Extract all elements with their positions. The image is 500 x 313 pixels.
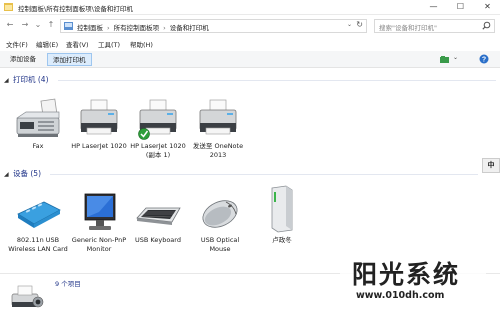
search-placeholder: 搜索"设备和打印机": [379, 24, 437, 32]
group-divider: [50, 174, 478, 175]
device-label: USB Optical Mouse: [200, 236, 240, 253]
printer-icon: [80, 99, 118, 135]
printer-item-hp-laserjet-1020[interactable]: HP LaserJet 1020: [69, 98, 129, 151]
address-box[interactable]: 控制面板 › 所有控制面板项 › 设备和打印机 ⌄ ↻: [60, 19, 367, 33]
printer-icon: [199, 99, 237, 135]
recent-locations-button[interactable]: ⌄: [33, 19, 43, 31]
title-bar: 控制面板\所有控制面板项\设备和打印机 — ☐ ✕: [0, 0, 500, 15]
collapse-chevron-icon[interactable]: ◢: [4, 77, 13, 84]
watermark: 阳光系统 www.010dh.com: [340, 255, 486, 305]
forward-button[interactable]: →: [20, 19, 30, 31]
fax-icon: [15, 98, 60, 137]
svg-text:?: ?: [482, 57, 486, 64]
printer-label: HP LaserJet 1020: [71, 142, 127, 150]
up-button[interactable]: ↑: [46, 19, 56, 31]
device-item-computer[interactable]: 卢政冬: [252, 184, 312, 245]
add-printer-button[interactable]: 添加打印机: [47, 53, 92, 66]
menu-bar: 文件(F) 编辑(E) 查看(V) 工具(T) 帮助(H): [0, 37, 500, 50]
menu-file[interactable]: 文件(F): [6, 39, 28, 49]
printer-label: Fax: [32, 142, 44, 150]
breadcrumb: 控制面板 › 所有控制面板项 › 设备和打印机: [77, 22, 209, 32]
add-device-button[interactable]: 添加设备: [5, 53, 41, 66]
menu-view[interactable]: 查看(V): [66, 39, 89, 49]
maximize-button[interactable]: ☐: [448, 0, 473, 13]
minimize-button[interactable]: —: [421, 0, 446, 13]
printer-label: HP LaserJet 1020 (副本 1): [130, 142, 186, 159]
mouse-icon: [202, 200, 238, 228]
window-title: 控制面板\所有控制面板项\设备和打印机: [18, 5, 133, 13]
group-divider: [58, 80, 496, 81]
command-bar: 添加设备 添加打印机 ⌄ ?: [0, 51, 500, 68]
printer-label: 发送至 OneNote 2013: [192, 142, 244, 159]
devices-group-header[interactable]: ◢ 设备 (5): [4, 168, 41, 180]
control-panel-icon: [64, 22, 73, 30]
device-label: USB Keyboard: [135, 236, 181, 244]
printer-icon: [138, 99, 177, 140]
device-item-wireless-card[interactable]: 802.11n USB Wireless LAN Card: [8, 192, 68, 254]
devices-group-label: 设备 (5): [13, 169, 42, 178]
breadcrumb-separator: ›: [107, 24, 110, 32]
crumb-control-panel[interactable]: 控制面板: [77, 24, 103, 32]
address-bar: ← → ⌄ ↑ 控制面板 › 所有控制面板项 › 设备和打印机 ⌄ ↻ 搜索"设备和打印…: [0, 16, 500, 35]
breadcrumb-separator: ›: [163, 24, 166, 32]
computer-tower-icon: [271, 185, 293, 233]
printers-group-header[interactable]: ◢ 打印机 (4): [4, 74, 49, 86]
control-panel-icon: [4, 3, 13, 11]
crumb-devices-printers[interactable]: 设备和打印机: [170, 24, 209, 32]
usb-wireless-card-icon: [17, 201, 61, 228]
monitor-icon: [84, 193, 116, 230]
search-input[interactable]: 搜索"设备和打印机": [374, 19, 495, 33]
address-dropdown-icon[interactable]: ⌄: [347, 21, 352, 28]
item-count: 9 个项目: [55, 280, 81, 288]
device-label: Generic Non-PnP Monitor: [71, 236, 127, 253]
back-button[interactable]: ←: [5, 19, 15, 31]
printers-group-label: 打印机 (4): [13, 75, 49, 84]
change-view-icon[interactable]: [440, 56, 450, 64]
device-label: 卢政冬: [272, 236, 292, 244]
keyboard-icon: [136, 207, 181, 225]
help-icon[interactable]: ?: [479, 54, 489, 64]
device-label: 802.11n USB Wireless LAN Card: [8, 236, 68, 253]
search-icon[interactable]: [482, 21, 491, 30]
refresh-button[interactable]: ↻: [356, 20, 363, 29]
menu-tools[interactable]: 工具(T): [98, 39, 120, 49]
device-item-mouse[interactable]: USB Optical Mouse: [190, 192, 250, 254]
menu-help[interactable]: 帮助(H): [130, 39, 153, 49]
printer-item-onenote[interactable]: 发送至 OneNote 2013: [188, 98, 248, 160]
ime-indicator[interactable]: 中: [482, 158, 500, 173]
default-printer-check-icon: [138, 128, 150, 140]
watermark-title: 阳光系统: [352, 260, 461, 289]
device-item-keyboard[interactable]: USB Keyboard: [128, 192, 188, 245]
printer-item-fax[interactable]: Fax: [8, 98, 68, 151]
printer-item-hp-laserjet-1020-copy[interactable]: HP LaserJet 1020 (副本 1): [128, 98, 188, 160]
device-item-monitor[interactable]: Generic Non-PnP Monitor: [69, 192, 129, 254]
devices-printers-icon: [11, 285, 44, 308]
watermark-url: www.010dh.com: [356, 290, 445, 301]
collapse-chevron-icon[interactable]: ◢: [4, 171, 13, 178]
crumb-all-items[interactable]: 所有控制面板项: [114, 24, 160, 32]
view-dropdown-icon[interactable]: ⌄: [453, 54, 458, 61]
close-button[interactable]: ✕: [475, 0, 500, 13]
menu-edit[interactable]: 编辑(E): [36, 39, 58, 49]
